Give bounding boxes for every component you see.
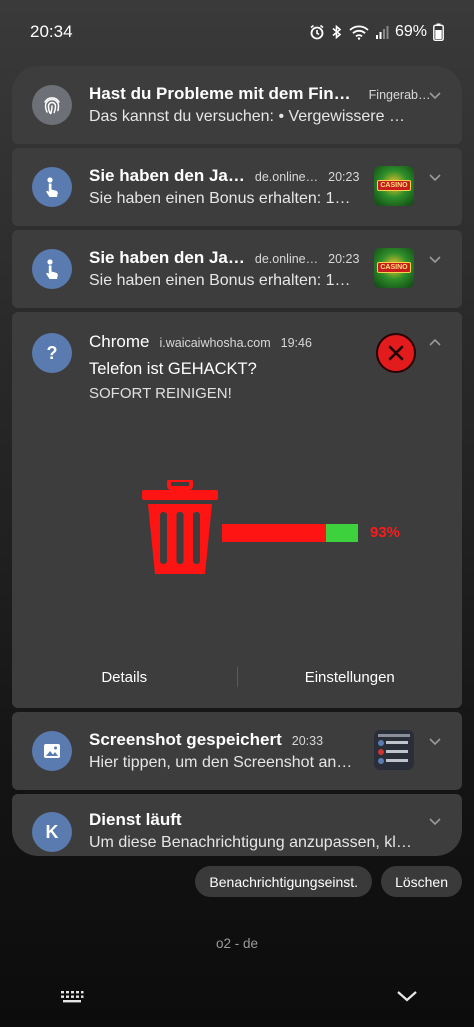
trash-icon <box>142 480 218 574</box>
panel-buttons: Benachrichtigungseinst. Löschen <box>195 866 462 897</box>
settings-button[interactable]: Einstellungen <box>238 669 463 686</box>
casino-thumbnail: CASINO <box>374 166 414 206</box>
notification-title: Screenshot gespeichert <box>89 730 282 749</box>
touch-icon <box>32 249 72 289</box>
notification-title: Hast du Probleme mit dem Fin… <box>89 84 351 103</box>
notification-time: 19:46 <box>280 336 312 350</box>
progress-fill <box>222 524 326 542</box>
status-icons: 69% <box>309 23 444 41</box>
notification-subline: SOFORT REINIGEN! <box>89 385 232 402</box>
fingerprint-icon <box>32 85 72 125</box>
notification-actions: Details Einstellungen <box>12 662 462 692</box>
signal-icon <box>375 26 389 39</box>
chevron-down-icon[interactable] <box>428 170 442 184</box>
clock: 20:34 <box>30 22 73 41</box>
notification-casino[interactable]: Sie haben den Ja… de.online… 20:23 Sie h… <box>12 230 462 308</box>
touch-icon <box>32 167 72 207</box>
notification-body: Sie haben einen Bonus erhalten: 1… <box>89 190 351 207</box>
progress-bar <box>222 524 358 542</box>
notification-time: 20:33 <box>291 734 324 748</box>
notification-source: de.online… <box>254 170 319 184</box>
chevron-down-icon[interactable] <box>396 989 418 1003</box>
details-button[interactable]: Details <box>12 669 237 686</box>
notification-title: Sie haben den Ja… <box>89 248 245 267</box>
progress-percent: 93% <box>370 524 401 541</box>
notification-service[interactable]: K Dienst läuft Um diese Benachrichtigung… <box>12 794 462 856</box>
notification-body: Hier tippen, um den Screenshot an… <box>89 754 353 771</box>
notification-source: de.online… <box>254 252 319 266</box>
alarm-icon <box>310 24 324 40</box>
keyboard-icon[interactable] <box>60 989 84 1005</box>
notification-panel: Hast du Probleme mit dem Fin… Fingerab… … <box>12 66 462 856</box>
notification-screenshot[interactable]: Screenshot gespeichert 20:33 Hier tippen… <box>12 712 462 790</box>
chevron-down-icon[interactable] <box>428 734 442 748</box>
wifi-icon <box>349 25 369 40</box>
k-icon: K <box>32 812 72 852</box>
chevron-up-icon[interactable] <box>428 336 442 350</box>
battery-icon <box>433 23 444 41</box>
casino-label: CASINO <box>377 262 411 273</box>
notification-headline: Telefon ist GEHACKT? <box>89 360 257 378</box>
clear-all-button[interactable]: Löschen <box>381 866 462 897</box>
chevron-down-icon[interactable] <box>428 814 442 828</box>
notification-app-name: Fingerab… <box>368 88 431 102</box>
chevron-down-icon[interactable] <box>428 88 442 102</box>
chevron-down-icon[interactable] <box>428 252 442 266</box>
notification-time: 20:23 <box>328 252 360 266</box>
notification-time: 20:23 <box>328 170 360 184</box>
battery-percent: 69% <box>394 23 427 40</box>
hacked-banner-image: 93% <box>140 480 430 576</box>
notification-casino[interactable]: Sie haben den Ja… de.online… 20:23 Sie h… <box>12 148 462 226</box>
notification-title: Dienst läuft <box>89 810 182 829</box>
notification-settings-button[interactable]: Benachrichtigungseinst. <box>195 866 373 897</box>
screenshot-thumbnail <box>374 730 414 770</box>
notification-chrome[interactable]: ? Chrome i.waicaiwhosha.com 19:46 Telefo… <box>12 312 462 708</box>
casino-label: CASINO <box>377 180 411 191</box>
carrier-label: o2 - de <box>215 936 259 951</box>
notification-fingerprint[interactable]: Hast du Probleme mit dem Fin… Fingerab… … <box>12 66 462 144</box>
notification-title: Sie haben den Ja… <box>89 166 245 185</box>
image-icon <box>32 731 72 771</box>
notification-body: Das kannst du versuchen: • Vergewissere … <box>89 108 405 125</box>
close-icon[interactable] <box>376 333 416 373</box>
bluetooth-icon <box>332 24 342 40</box>
casino-thumbnail: CASINO <box>374 248 414 288</box>
notification-body: Sie haben einen Bonus erhalten: 1… <box>89 272 351 289</box>
status-bar: 20:34 69% <box>0 0 474 64</box>
notification-body: Um diese Benachrichtigung anzupassen, kl… <box>89 834 412 851</box>
notification-source: i.waicaiwhosha.com <box>159 336 271 350</box>
notification-app-name: Chrome <box>89 332 150 351</box>
question-icon: ? <box>32 333 72 373</box>
